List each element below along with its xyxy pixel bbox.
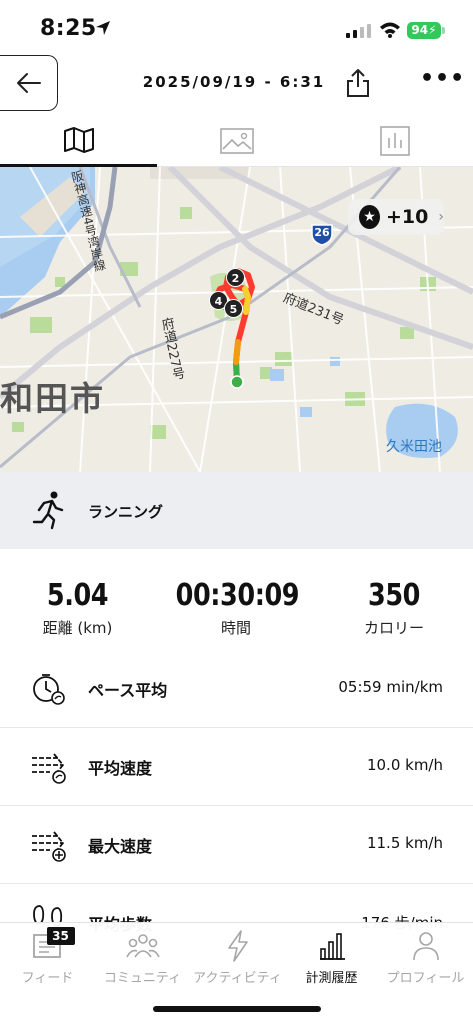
home-indicator	[153, 1006, 321, 1012]
running-icon	[32, 491, 64, 530]
km-marker[interactable]: 2	[226, 268, 245, 287]
metric-value: 11.5 km/h	[366, 834, 443, 852]
pond-label: 久米田池	[386, 439, 442, 455]
metric-row-avg-pace: ペース平均 05:59 min/km	[0, 650, 473, 728]
wifi-icon	[380, 22, 400, 38]
nav-community[interactable]: コミュニティ	[95, 929, 190, 989]
tab-photos[interactable]	[158, 115, 315, 167]
tab-stats[interactable]	[316, 115, 473, 167]
map-icon	[63, 126, 94, 153]
nav-label: フィード	[21, 971, 74, 986]
battery-nub	[442, 27, 445, 34]
star-badge-icon: ★	[359, 205, 381, 229]
nav-label: 計測履歴	[305, 971, 358, 986]
bar-chart-icon	[315, 929, 349, 963]
more-options-button[interactable]: •••	[420, 68, 464, 90]
speed-max-icon	[32, 831, 66, 862]
calories-label: カロリー	[363, 619, 424, 637]
route-shield-26: 26	[310, 222, 334, 246]
time-stat: 00:30:09 時間	[165, 578, 307, 638]
cell-signal-icon	[346, 24, 371, 38]
distance-value: 5.04	[46, 578, 109, 613]
location-arrow-icon	[96, 21, 110, 35]
arrow-left-icon	[16, 73, 41, 93]
nav-profile[interactable]: プロフィール	[378, 929, 473, 989]
battery-indicator: 94⚡	[407, 22, 441, 39]
activity-type-bar[interactable]: ランニング	[0, 472, 473, 549]
nav-label: プロフィール	[386, 971, 465, 986]
metric-label: 平均速度	[88, 759, 153, 778]
nav-activity[interactable]: アクティビティ	[190, 929, 285, 989]
achievement-badge-button[interactable]: ★ +10 ›	[348, 199, 444, 235]
charging-bolt-icon: ⚡	[428, 23, 437, 37]
feed-icon: 35	[31, 927, 75, 963]
metric-row-max-speed: 最大速度 11.5 km/h	[0, 806, 473, 884]
view-tabs	[0, 115, 473, 167]
community-icon	[125, 929, 160, 963]
tab-map[interactable]	[0, 115, 157, 167]
nav-history[interactable]: 計測履歴	[284, 929, 379, 989]
lightning-icon	[221, 929, 255, 963]
image-icon	[219, 128, 254, 154]
route-shield-number: 26	[314, 226, 330, 239]
time-value: 00:30:09	[175, 578, 300, 613]
person-icon	[409, 929, 443, 963]
calories-value: 350	[368, 578, 420, 613]
summary-stats: 5.04 距離 (km) 00:30:09 時間 350 カロリー	[0, 578, 473, 644]
speed-average-icon	[32, 753, 66, 784]
metric-value: 10.0 km/h	[366, 756, 443, 774]
badge-count: +10	[386, 206, 429, 228]
share-icon[interactable]	[344, 68, 372, 98]
nav-label: コミュニティ	[103, 971, 182, 986]
activity-name: ランニング	[88, 503, 164, 521]
nav-label: アクティビティ	[193, 971, 282, 986]
back-button[interactable]	[0, 55, 58, 111]
status-time: 8:25	[40, 16, 97, 41]
distance-stat: 5.04 距離 (km)	[20, 578, 135, 638]
stopwatch-pace-icon	[33, 674, 65, 705]
page-title: 2025/09/19 - 6:31	[142, 73, 326, 91]
km-marker[interactable]: 5	[224, 299, 243, 318]
metric-label: 最大速度	[88, 837, 153, 856]
calories-stat: 350 カロリー	[340, 578, 448, 638]
chevron-right-icon: ›	[438, 209, 444, 225]
nav-feed[interactable]: 35 フィード	[0, 927, 95, 989]
feed-badge: 35	[46, 927, 75, 945]
route-map[interactable]: 和田市 久米田池 府道231号 府道227号 阪神高速4号湾岸線 26 ★ +1…	[0, 167, 473, 472]
status-bar: 8:25 94⚡	[0, 0, 473, 56]
metric-label: ペース平均	[88, 681, 168, 700]
battery-level: 94	[411, 23, 429, 37]
distance-label: 距離 (km)	[42, 619, 113, 637]
city-label: 和田市	[0, 379, 105, 418]
time-label: 時間	[220, 619, 251, 637]
bar-chart-icon	[379, 126, 410, 156]
metric-row-avg-speed: 平均速度 10.0 km/h	[0, 728, 473, 806]
metric-value: 05:59 min/km	[338, 678, 443, 696]
